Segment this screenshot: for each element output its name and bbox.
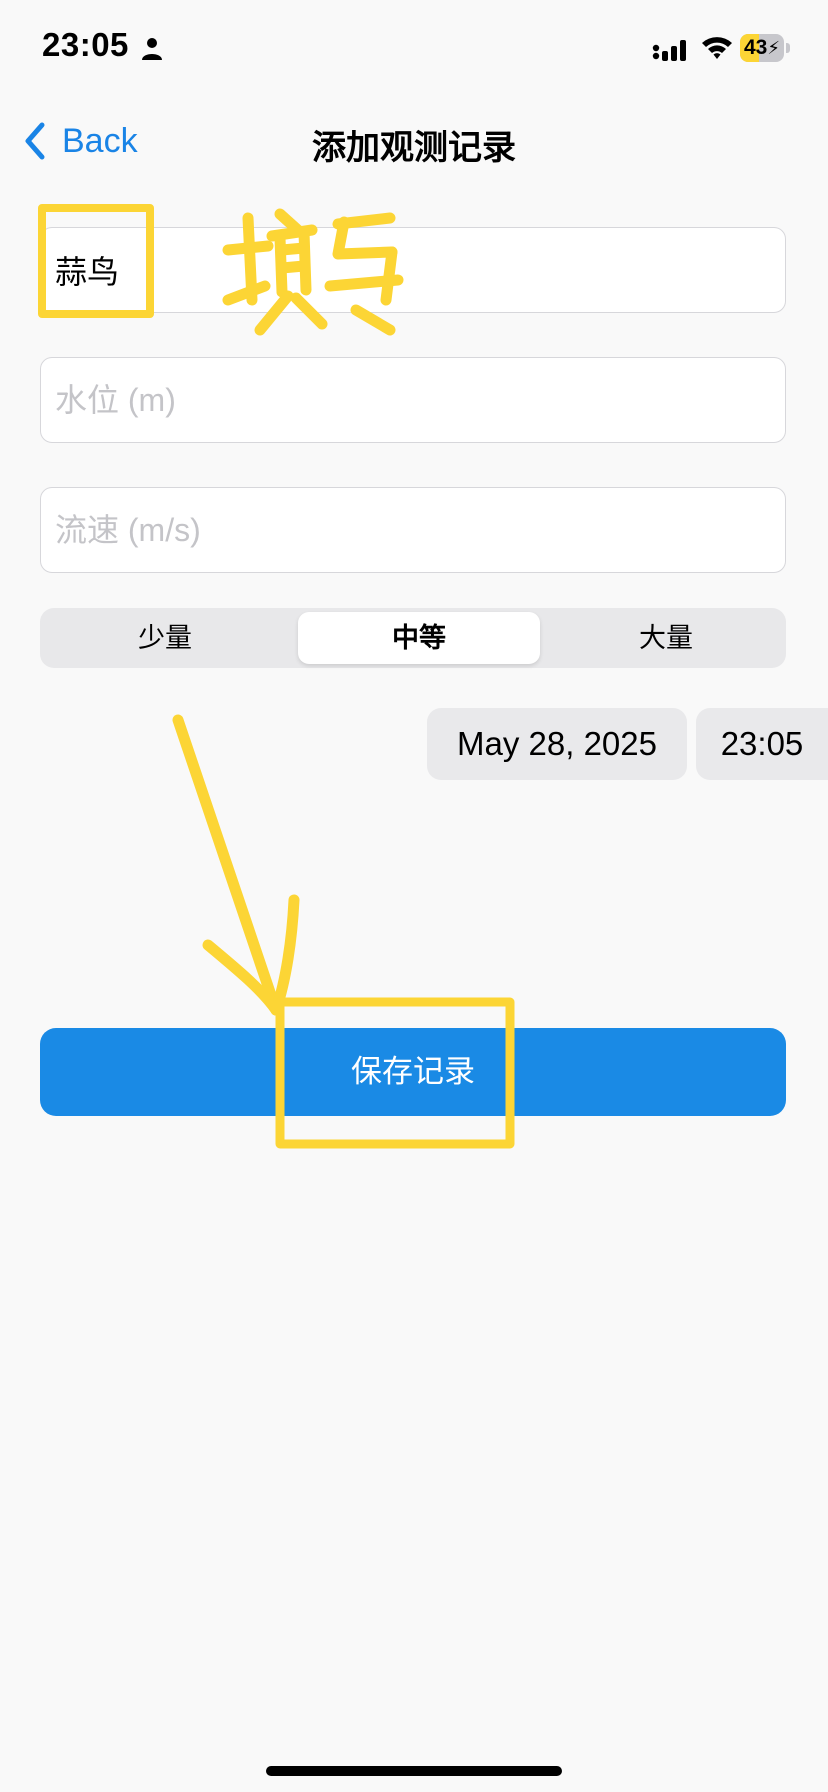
wifi-icon	[702, 37, 732, 59]
quantity-segmented-control[interactable]: 少量 中等 大量	[40, 608, 786, 668]
species-input[interactable]	[41, 228, 785, 312]
status-time: 23:05	[42, 26, 129, 63]
species-field[interactable]	[40, 227, 786, 313]
battery-nub	[786, 43, 790, 53]
charging-bolt-icon: ⚡	[767, 38, 780, 58]
segment-large[interactable]: 大量	[550, 612, 782, 664]
home-indicator	[266, 1766, 562, 1776]
flow-speed-input[interactable]	[41, 488, 785, 572]
water-level-field[interactable]	[40, 357, 786, 443]
person-icon	[142, 38, 162, 60]
page-title: 添加观测记录	[312, 129, 516, 167]
battery-level: 43	[744, 36, 768, 59]
segment-small[interactable]: 少量	[44, 612, 286, 664]
annotation-arrow	[172, 714, 300, 1016]
save-record-button[interactable]: 保存记录	[40, 1028, 786, 1116]
flow-speed-field[interactable]	[40, 487, 786, 573]
date-picker[interactable]: May 28, 2025	[427, 708, 687, 780]
cellular-signal-icon	[652, 40, 686, 61]
segment-medium[interactable]: 中等	[298, 612, 540, 664]
time-picker[interactable]: 23:05	[696, 708, 828, 780]
water-level-input[interactable]	[41, 358, 785, 442]
battery-icon: 43⚡	[740, 34, 790, 62]
